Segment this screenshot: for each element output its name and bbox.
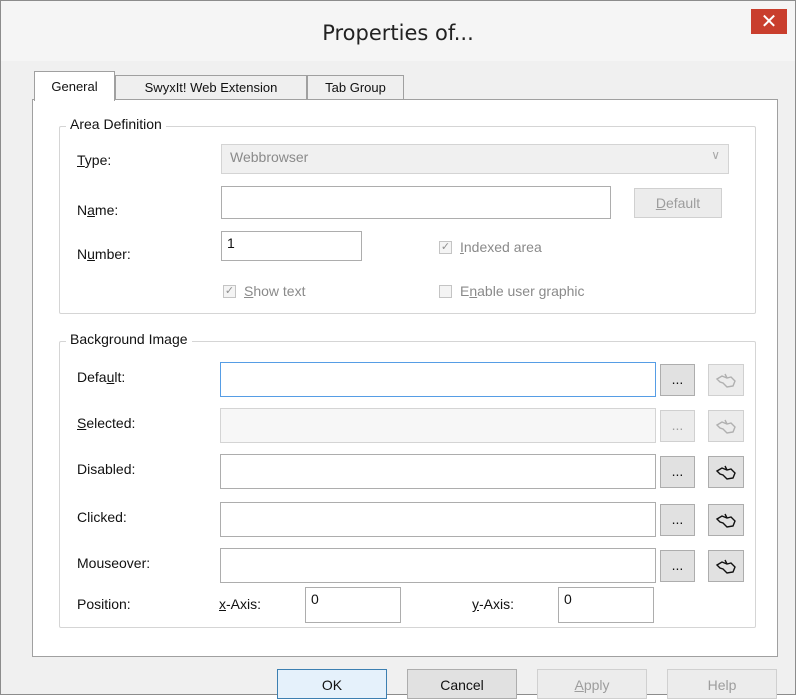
- bg-disabled-field[interactable]: [220, 454, 656, 489]
- name-field[interactable]: [221, 186, 611, 219]
- type-select: Webbrowser ∨: [221, 144, 729, 174]
- bg-clicked-label: Clicked:: [77, 509, 127, 525]
- hand-pointer-icon: [715, 419, 736, 434]
- bg-default-browse-button[interactable]: ...: [660, 364, 695, 396]
- bg-clicked-pick-button[interactable]: [708, 504, 744, 536]
- indexed-area-label: Indexed area: [460, 239, 542, 255]
- type-label: Type:: [77, 152, 112, 168]
- position-label: Position:: [77, 596, 131, 612]
- y-axis-field[interactable]: 0: [558, 587, 654, 623]
- bg-clicked-field[interactable]: [220, 502, 656, 537]
- area-definition-legend: Area Definition: [66, 116, 166, 132]
- chevron-down-icon: ∨: [711, 148, 720, 162]
- bg-disabled-browse-button[interactable]: ...: [660, 456, 695, 488]
- show-text-checkbox: ✓: [223, 285, 236, 298]
- tab-tab-group[interactable]: Tab Group: [307, 75, 404, 100]
- type-select-value: Webbrowser: [230, 149, 309, 165]
- show-text-label: Show text: [244, 283, 306, 299]
- hand-pointer-icon: [715, 465, 736, 480]
- bg-default-field[interactable]: [220, 362, 656, 397]
- indexed-area-checkbox: ✓: [439, 241, 452, 254]
- title-bar[interactable]: Properties of... ✕: [1, 1, 795, 61]
- tab-swyxit-web-extension[interactable]: SwyxIt! Web Extension: [115, 75, 307, 100]
- number-label: Number:: [77, 246, 131, 262]
- tab-general[interactable]: General: [34, 71, 115, 101]
- bg-mouseover-field[interactable]: [220, 548, 656, 583]
- default-button: Default: [634, 188, 722, 218]
- x-axis-label: x-Axis:: [219, 596, 261, 612]
- enable-user-graphic-label: Enable user graphic: [460, 283, 585, 299]
- bg-mouseover-label: Mouseover:: [77, 555, 151, 571]
- bg-disabled-pick-button[interactable]: [708, 456, 744, 488]
- bg-selected-field: [220, 408, 656, 443]
- close-button[interactable]: ✕: [751, 9, 787, 34]
- bg-disabled-label: Disabled:: [77, 461, 136, 477]
- number-field[interactable]: 1: [221, 231, 362, 261]
- enable-user-graphic-checkbox: [439, 285, 452, 298]
- bg-default-label: Default:: [77, 369, 126, 385]
- bg-selected-browse-button: ...: [660, 410, 695, 442]
- name-label: Name:: [77, 202, 119, 218]
- hand-pointer-icon: [715, 513, 736, 528]
- properties-dialog: Properties of... ✕ General SwyxIt! Web E…: [0, 0, 796, 699]
- bg-clicked-browse-button[interactable]: ...: [660, 504, 695, 536]
- y-axis-label: y-Axis:: [472, 596, 514, 612]
- bg-selected-label: Selected:: [77, 415, 136, 431]
- dialog-title: Properties of...: [322, 21, 474, 45]
- bg-default-pick-button: [708, 364, 744, 396]
- bg-selected-pick-button: [708, 410, 744, 442]
- hand-pointer-icon: [715, 373, 736, 388]
- bg-mouseover-pick-button[interactable]: [708, 550, 744, 582]
- hand-pointer-icon: [715, 559, 736, 574]
- background-image-legend: Background Image: [66, 331, 192, 347]
- tab-panel-general: Area Definition Type: Webbrowser ∨ Name:…: [32, 99, 778, 657]
- bg-mouseover-browse-button[interactable]: ...: [660, 550, 695, 582]
- x-axis-field[interactable]: 0: [305, 587, 401, 623]
